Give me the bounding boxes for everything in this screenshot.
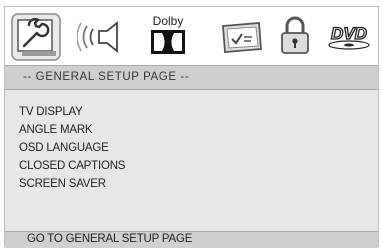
tab-speaker-setup[interactable] — [77, 17, 125, 57]
menu-item-osd-language[interactable]: OSD LANGUAGE — [19, 139, 125, 157]
dvd-icon: DVD — [328, 23, 370, 50]
tab-dolby-setup[interactable]: Dolby — [147, 13, 189, 59]
dolby-icon: Dolby — [151, 14, 185, 54]
speaker-audio-icon — [77, 21, 118, 53]
menu-item-angle-mark[interactable]: ANGLE MARK — [19, 121, 125, 139]
page-title: -- GENERAL SETUP PAGE -- — [23, 71, 190, 83]
tab-video-setup[interactable] — [217, 17, 265, 57]
menu-item-screen-saver[interactable]: SCREEN SAVER — [19, 175, 125, 193]
tab-dvd-setup[interactable]: DVD — [327, 21, 371, 53]
setup-icon-bar: Dolby DVD — [5, 7, 378, 65]
svg-text:DVD: DVD — [331, 24, 367, 43]
menu-item-tv-display[interactable]: TV DISPLAY — [19, 103, 125, 121]
svg-text:Dolby: Dolby — [153, 14, 184, 28]
menu-item-closed-captions[interactable]: CLOSED CAPTIONS — [19, 157, 125, 175]
page-title-bar: -- GENERAL SETUP PAGE -- — [5, 65, 378, 90]
lock-icon — [281, 16, 309, 54]
tab-lock-setup[interactable] — [278, 13, 312, 57]
setup-screen: Dolby DVD -- GENERAL SETUP PAGE -- TV DI… — [4, 6, 379, 248]
video-setup-icon — [222, 22, 262, 53]
tab-general-setup[interactable] — [11, 13, 61, 61]
status-bar: GO TO GENERAL SETUP PAGE — [5, 231, 378, 248]
general-setup-icon — [11, 13, 61, 61]
status-text: GO TO GENERAL SETUP PAGE — [27, 233, 193, 245]
setup-menu-list: TV DISPLAY ANGLE MARK OSD LANGUAGE CLOSE… — [19, 103, 125, 193]
